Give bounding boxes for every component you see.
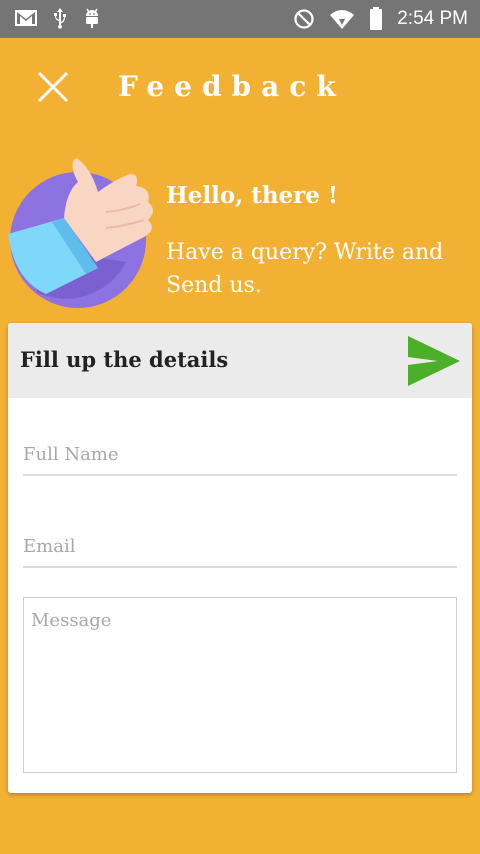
greeting: Hello, there ! xyxy=(166,182,339,209)
send-icon[interactable] xyxy=(406,334,462,388)
subtitle: Have a query? Write and Send us. xyxy=(166,240,444,298)
usb-icon xyxy=(52,7,68,29)
close-icon[interactable] xyxy=(32,66,74,108)
battery-icon xyxy=(369,7,383,31)
status-bar: 2:54 PM xyxy=(0,0,480,38)
form-heading: Fill up the details xyxy=(20,347,229,372)
form-header: Fill up the details xyxy=(8,323,472,398)
gmail-icon xyxy=(14,8,38,28)
full-name-input[interactable] xyxy=(23,434,457,476)
thumbs-up-illustration xyxy=(6,152,166,312)
status-time: 2:54 PM xyxy=(397,8,468,29)
message-input[interactable] xyxy=(23,597,457,773)
page-title: Feedback xyxy=(118,70,346,103)
wifi-icon xyxy=(329,8,355,30)
feedback-form-card: Fill up the details xyxy=(8,323,472,793)
do-not-disturb-icon xyxy=(293,8,315,30)
email-input[interactable] xyxy=(23,526,457,568)
android-debug-icon xyxy=(82,7,102,29)
